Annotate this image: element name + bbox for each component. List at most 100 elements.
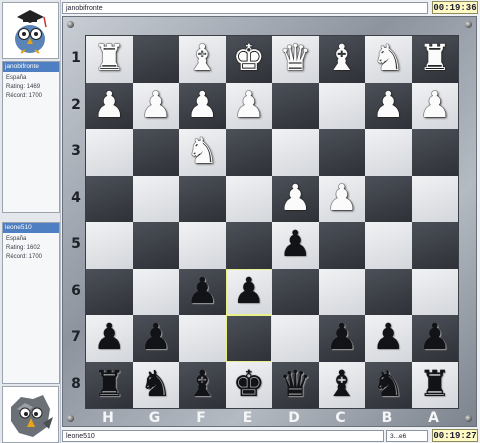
board-square[interactable] <box>365 129 412 176</box>
board-square[interactable] <box>86 268 133 315</box>
black-bishop-icon[interactable]: ♝ <box>186 366 218 403</box>
white-pawn-icon[interactable]: ♟ <box>279 180 311 217</box>
black-pawn-icon[interactable]: ♟ <box>419 320 451 356</box>
board-square[interactable] <box>179 222 226 269</box>
file-label: G <box>148 410 161 426</box>
black-pawn-icon[interactable]: ♟ <box>372 320 404 356</box>
white-pawn-icon[interactable]: ♟ <box>326 180 358 217</box>
board-square[interactable]: ♛ <box>272 361 319 408</box>
black-rook-icon[interactable]: ♜ <box>419 366 451 403</box>
board-square[interactable]: ♚ <box>225 361 272 408</box>
white-queen-icon[interactable]: ♛ <box>279 41 311 77</box>
white-pawn-icon[interactable]: ♟ <box>93 87 125 124</box>
white-pawn-icon[interactable]: ♟ <box>233 87 265 124</box>
board-square[interactable] <box>318 82 365 129</box>
white-bishop-icon[interactable]: ♝ <box>326 41 358 77</box>
top-player-name[interactable]: janobifronte <box>3 62 59 72</box>
board-square[interactable] <box>225 222 272 269</box>
board-square[interactable]: ♝ <box>318 36 365 83</box>
white-rook-icon[interactable]: ♜ <box>419 41 451 77</box>
board-square[interactable] <box>365 175 412 222</box>
board-square[interactable] <box>132 129 179 176</box>
board-square[interactable]: ♜ <box>411 361 458 408</box>
board-square[interactable] <box>318 222 365 269</box>
board-square[interactable]: ♟ <box>225 268 272 315</box>
board-square[interactable] <box>411 222 458 269</box>
white-pawn-icon[interactable]: ♟ <box>186 87 218 124</box>
board-square[interactable]: ♟ <box>365 315 412 362</box>
board-square[interactable] <box>86 175 133 222</box>
board-square[interactable] <box>272 129 319 176</box>
board-square[interactable]: ♞ <box>132 361 179 408</box>
board-square[interactable] <box>272 315 319 362</box>
board-square[interactable] <box>225 129 272 176</box>
board-square[interactable]: ♞ <box>179 129 226 176</box>
board-square[interactable] <box>411 268 458 315</box>
white-king-icon[interactable]: ♚ <box>233 41 265 77</box>
board-square[interactable]: ♟ <box>411 82 458 129</box>
board-square[interactable]: ♝ <box>179 361 226 408</box>
board-square[interactable]: ♟ <box>132 82 179 129</box>
board-square[interactable]: ♜ <box>86 36 133 83</box>
board-square[interactable]: ♞ <box>365 361 412 408</box>
board-square[interactable] <box>318 268 365 315</box>
board-square[interactable] <box>318 129 365 176</box>
board-square[interactable]: ♟ <box>272 222 319 269</box>
black-knight-icon[interactable]: ♞ <box>140 366 172 403</box>
board-square[interactable] <box>132 36 179 83</box>
board-square[interactable] <box>132 268 179 315</box>
bottom-player-name[interactable]: leone510 <box>3 223 59 233</box>
black-pawn-icon[interactable]: ♟ <box>326 320 358 356</box>
white-knight-icon[interactable]: ♞ <box>372 41 404 77</box>
board-square[interactable] <box>86 129 133 176</box>
black-bishop-icon[interactable]: ♝ <box>326 366 358 403</box>
black-pawn-icon[interactable]: ♟ <box>233 273 265 310</box>
board-square[interactable]: ♟ <box>411 315 458 362</box>
board-square[interactable]: ♜ <box>411 36 458 83</box>
board-square[interactable]: ♟ <box>318 315 365 362</box>
black-rook-icon[interactable]: ♜ <box>93 366 125 403</box>
board-square[interactable] <box>132 222 179 269</box>
black-pawn-icon[interactable]: ♟ <box>140 320 172 356</box>
board-square[interactable]: ♚ <box>225 36 272 83</box>
board-square[interactable] <box>272 82 319 129</box>
white-knight-icon[interactable]: ♞ <box>186 134 218 170</box>
board-square[interactable] <box>86 222 133 269</box>
white-bishop-icon[interactable]: ♝ <box>186 41 218 77</box>
chess-board[interactable]: ♜ ♝ ♚ ♛ ♝ ♞ ♜ ♟ ♟ ♟ ♟ ♟ ♟ ♞ ♟ ♟ ♟ ♟ ♟ ♟ ♟ ♟ ♟ ♟ ♜ ♞ ♝ ♚ ♛ ♝ ♞ ♜ <box>85 35 459 409</box>
white-pawn-icon[interactable]: ♟ <box>419 87 451 124</box>
white-pawn-icon[interactable]: ♟ <box>140 87 172 124</box>
board-square[interactable]: ♟ <box>272 175 319 222</box>
board-square[interactable] <box>179 315 226 362</box>
black-pawn-icon[interactable]: ♟ <box>93 320 125 356</box>
board-square[interactable] <box>179 175 226 222</box>
board-square[interactable] <box>365 268 412 315</box>
board-square[interactable]: ♟ <box>132 315 179 362</box>
board-square[interactable]: ♛ <box>272 36 319 83</box>
board-square[interactable] <box>411 175 458 222</box>
board-square[interactable] <box>365 222 412 269</box>
white-pawn-icon[interactable]: ♟ <box>372 87 404 124</box>
board-square[interactable]: ♟ <box>365 82 412 129</box>
black-pawn-icon[interactable]: ♟ <box>186 273 218 310</box>
board-square[interactable]: ♟ <box>179 82 226 129</box>
black-knight-icon[interactable]: ♞ <box>372 366 404 403</box>
board-square[interactable] <box>225 175 272 222</box>
board-square[interactable]: ♟ <box>179 268 226 315</box>
board-square[interactable]: ♟ <box>225 82 272 129</box>
board-square[interactable] <box>132 175 179 222</box>
board-square[interactable] <box>411 129 458 176</box>
board-square[interactable] <box>225 315 272 362</box>
board-square[interactable] <box>272 268 319 315</box>
board-square[interactable]: ♝ <box>318 361 365 408</box>
board-square[interactable]: ♝ <box>179 36 226 83</box>
black-queen-icon[interactable]: ♛ <box>279 366 311 403</box>
board-square[interactable]: ♟ <box>86 82 133 129</box>
board-square[interactable]: ♞ <box>365 36 412 83</box>
board-square[interactable]: ♟ <box>86 315 133 362</box>
white-rook-icon[interactable]: ♜ <box>93 41 125 77</box>
black-pawn-icon[interactable]: ♟ <box>279 227 311 263</box>
board-square[interactable]: ♟ <box>318 175 365 222</box>
black-king-icon[interactable]: ♚ <box>233 366 265 403</box>
board-square[interactable]: ♜ <box>86 361 133 408</box>
